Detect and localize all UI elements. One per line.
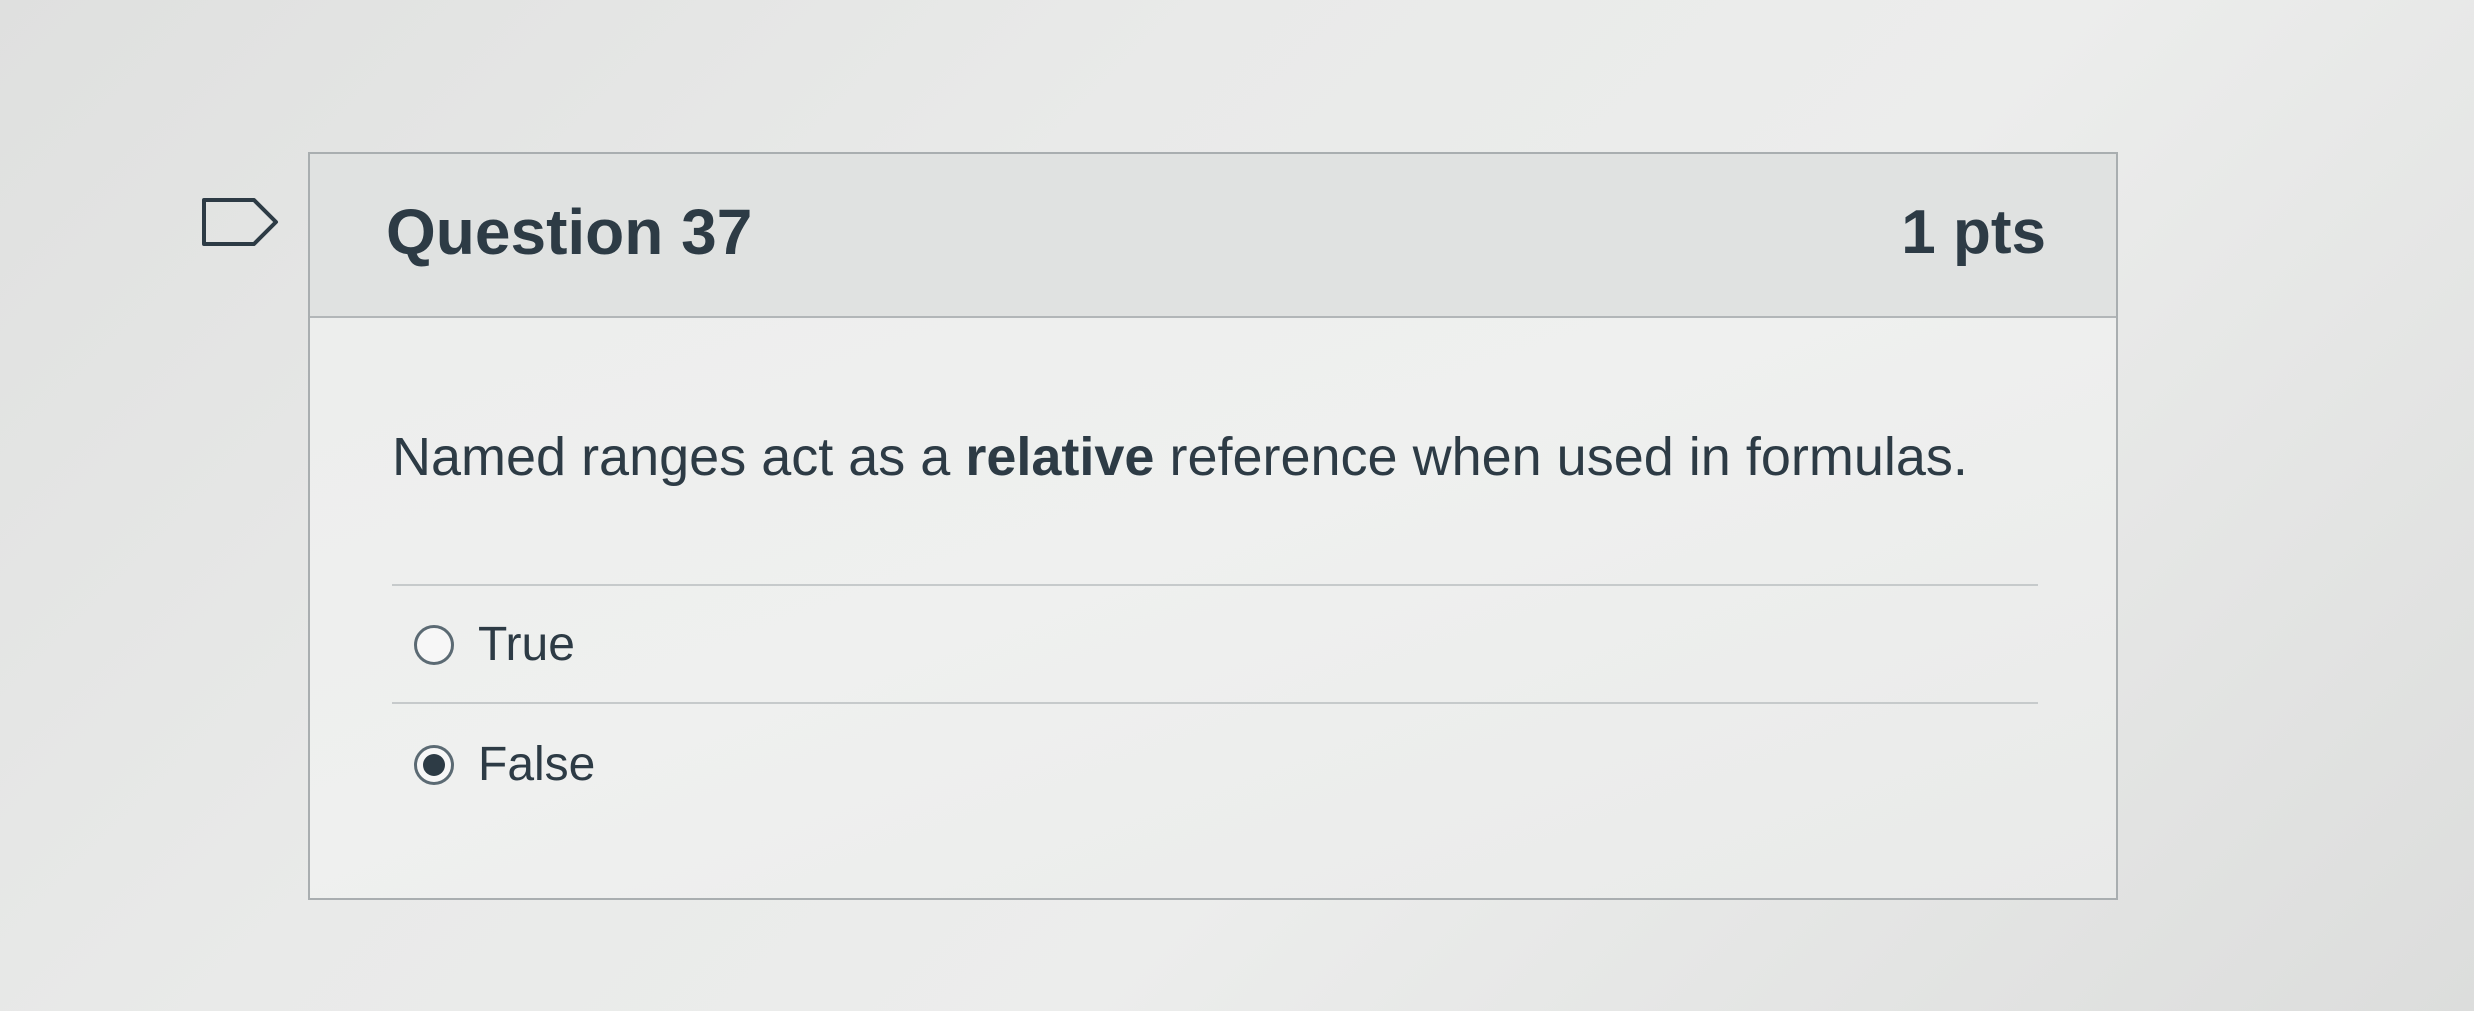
- radio-checked-icon[interactable]: [414, 744, 454, 785]
- answer-option-true[interactable]: True: [414, 616, 575, 674]
- question-text-emphasis: relative: [965, 427, 1155, 487]
- answer-divider: [392, 584, 2038, 586]
- answer-label-true: True: [478, 618, 575, 671]
- flag-question-icon[interactable]: [200, 196, 280, 248]
- question-card: Question 37 1 pts Named ranges act as a …: [308, 152, 2118, 900]
- question-text-start: Named ranges act as a: [392, 427, 966, 487]
- answer-option-false[interactable]: False: [414, 736, 595, 794]
- question-title: Question 37: [386, 196, 753, 268]
- question-text-end: reference when used in formulas.: [1154, 427, 1968, 487]
- radio-unchecked-icon[interactable]: [414, 624, 454, 665]
- question-header: Question 37 1 pts: [310, 154, 2116, 318]
- question-points: 1 pts: [1901, 198, 2046, 267]
- question-text: Named ranges act as a relative reference…: [392, 422, 1968, 492]
- answer-divider: [392, 702, 2038, 704]
- answer-label-false: False: [478, 738, 596, 791]
